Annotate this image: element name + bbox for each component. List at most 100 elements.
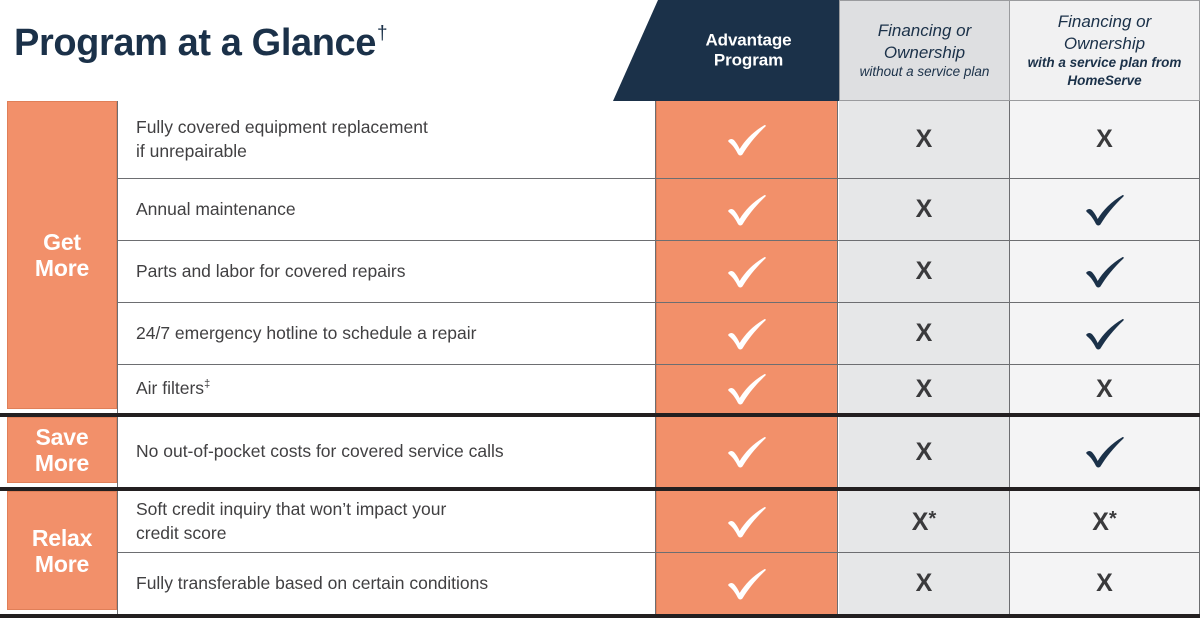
cell-financing-with-plan: X [1010,101,1200,178]
feature-line1: Fully covered equipment replacement [136,117,428,138]
x-mark: X [915,569,933,597]
financing-with-plan-subtext-line1: with a service plan from [1027,54,1182,70]
cell-advantage-program [656,241,838,302]
category-label-line2: More [34,550,90,577]
page-title-text: Program at a Glance [14,22,376,64]
x-mark: X [915,257,933,285]
advantage-header-line2: Program [713,50,784,70]
check-icon [1085,436,1124,468]
column-header-financing-without-plan: Financing or Ownership without a service… [839,0,1010,101]
feature-line1: Fully transferable based on certain cond… [136,572,489,593]
table-row: 24/7 emergency hotline to schedule a rep… [117,303,1200,365]
cell-advantage-program [656,101,838,178]
feature-description-text: Air filters‡ [136,377,210,400]
advantage-header-text: Advantage Program [658,30,839,71]
feature-description-cell: 24/7 emergency hotline to schedule a rep… [117,303,656,364]
feature-line1: Parts and labor for covered repairs [136,260,406,281]
category-label-text: Get More [35,229,89,281]
cell-financing-with-plan: X [1010,365,1200,413]
x-mark-letter: X [911,507,929,536]
table-header: Program at a Glance† Advantage Program F… [0,0,1200,101]
feature-line1: 24/7 emergency hotline to schedule a rep… [136,322,477,343]
cell-financing-without-plan: X [839,417,1010,487]
category-label-save-more: Save More [7,417,117,483]
x-mark: X [915,125,933,153]
table-row: Soft credit inquiry that won’t impact yo… [117,491,1200,553]
x-mark: X* [1092,509,1116,535]
feature-line1: Soft credit inquiry that won’t impact yo… [136,499,447,520]
category-label-line2: More [34,255,90,281]
cell-advantage-program [656,303,838,364]
title-zone: Program at a Glance† [0,0,640,101]
x-mark: X [1096,125,1113,153]
feature-line2: if unrepairable [136,140,247,161]
financing-no-plan-subtext: without a service plan [859,63,990,79]
x-mark: X [1096,569,1113,597]
check-icon [1085,194,1124,225]
feature-group-save-more: Save More No out-of-pocket costs for cover… [0,417,1200,491]
feature-description-cell: Air filters‡ [117,365,656,413]
feature-line2: credit score [136,522,227,543]
feature-description-text: 24/7 emergency hotline to schedule a rep… [136,322,477,345]
category-label-line2: More [34,450,90,476]
financing-with-plan-subtext-line2: HomeServe [1067,72,1142,88]
feature-double-dagger-superscript: ‡ [204,378,211,391]
financing-with-plan-line2: Ownership [1063,33,1146,53]
financing-no-plan-line2: Ownership [883,42,966,62]
rows-container: Fully covered equipment replacement if un… [117,101,1200,413]
feature-description-cell: Fully transferable based on certain cond… [117,553,656,614]
feature-description-cell: Parts and labor for covered repairs [117,241,656,302]
cell-financing-without-plan: X [839,179,1010,240]
cell-financing-without-plan: X [839,101,1010,178]
page-title: Program at a Glance† [14,22,388,65]
cell-financing-with-plan [1010,179,1200,240]
cell-advantage-program [656,417,838,487]
x-mark: X [915,195,933,223]
cell-financing-without-plan: X [839,365,1010,413]
check-icon [728,194,766,225]
category-label-line1: Relax [31,524,93,551]
check-icon [728,256,766,287]
check-icon [1085,318,1124,349]
cell-financing-with-plan: X* [1010,491,1200,552]
check-icon [728,568,766,599]
table-row: No out-of-pocket costs for covered servi… [117,417,1200,487]
feature-description-text: No out-of-pocket costs for covered servi… [136,440,504,463]
group-inner: Save More No out-of-pocket costs for cover… [0,417,1200,487]
column-header-advantage-program: Advantage Program [613,0,839,101]
feature-description-text: Soft credit inquiry that won’t impact yo… [136,498,446,545]
category-label-line1: Save [35,424,89,451]
advantage-header-line1: Advantage [705,29,792,49]
table-row: Fully transferable based on certain cond… [117,553,1200,614]
feature-group-relax-more: Relax More Soft credit inquiry that won’t … [0,491,1200,618]
title-dagger-superscript: † [377,23,388,44]
category-label-relax-more: Relax More [7,491,117,610]
feature-line1: Air filters‡ [136,378,211,399]
check-icon [728,124,766,155]
cell-financing-with-plan [1010,241,1200,302]
financing-with-plan-line1: Financing or [1057,12,1152,32]
cell-advantage-program [656,179,838,240]
cell-financing-without-plan: X [839,303,1010,364]
category-label-get-more: Get More [7,101,117,409]
feature-group-get-more: Get More Fully covered equipment replaceme… [0,101,1200,417]
x-mark: X* [912,509,936,535]
program-comparison-table: Program at a Glance† Advantage Program F… [0,0,1200,625]
x-mark-asterisk: * [928,507,937,530]
table-body: Get More Fully covered equipment replaceme… [0,101,1200,618]
rows-container: No out-of-pocket costs for covered servi… [117,417,1200,487]
column-header-financing-with-plan: Financing or Ownership with a service pl… [1010,0,1200,101]
cell-advantage-program [656,553,838,614]
x-mark: X [915,374,933,403]
table-row: Air filters‡ X X [117,365,1200,413]
x-mark: X [1096,374,1113,403]
check-icon [1085,256,1124,287]
table-row: Annual maintenance X [117,179,1200,241]
x-mark-letter: X [1092,507,1109,536]
group-inner: Relax More Soft credit inquiry that won’t … [0,491,1200,614]
group-inner: Get More Fully covered equipment replaceme… [0,101,1200,413]
check-icon [728,318,766,349]
cell-financing-without-plan: X [839,553,1010,614]
feature-description-text: Annual maintenance [136,198,296,221]
cell-financing-without-plan: X [839,241,1010,302]
